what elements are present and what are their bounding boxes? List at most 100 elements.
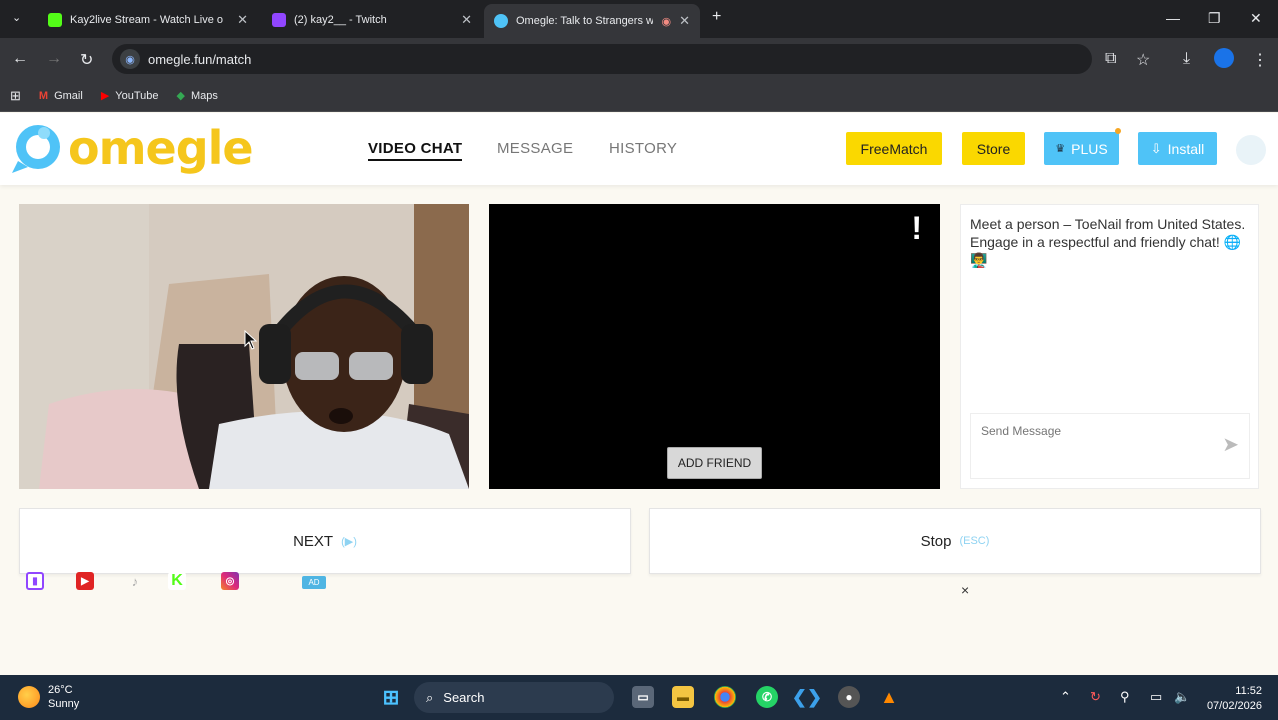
tab-close-icon[interactable]: ✕ (679, 13, 690, 29)
omegle-favicon-icon (494, 14, 508, 28)
mouse-cursor-icon (244, 330, 258, 350)
tab-close-icon[interactable]: ✕ (461, 12, 472, 28)
notification-dot-icon (1115, 128, 1121, 134)
close-ad-icon[interactable]: × (961, 582, 969, 598)
site-header: omegle VIDEO CHAT MESSAGE HISTORY FreeMa… (0, 113, 1278, 185)
network-icon[interactable]: ▭ (1150, 689, 1162, 705)
report-icon[interactable]: ! (911, 210, 922, 247)
browser-toolbar: ← → ↻ ◉ omegle.fun/match ⧉ ☆ ⤓ ⋮ (0, 38, 1278, 80)
gmail-icon: M (38, 89, 49, 102)
store-button[interactable]: Store (962, 132, 1025, 165)
whatsapp-icon[interactable]: ✆ (756, 686, 778, 708)
add-friend-button[interactable]: ADD FRIEND (667, 447, 762, 479)
freematch-button[interactable]: FreeMatch (846, 132, 942, 165)
bookmark-label: Gmail (54, 89, 83, 102)
stranger-video: ! ADD FRIEND (489, 204, 940, 489)
tab-close-icon[interactable]: ✕ (237, 12, 248, 28)
bookmark-label: YouTube (115, 89, 159, 102)
minimize-icon[interactable]: — (1166, 10, 1180, 26)
windows-start-icon[interactable]: ⊞ (380, 686, 402, 709)
plus-button[interactable]: ♛ PLUS (1044, 128, 1121, 165)
system-clock[interactable]: 11:52 07/02/2026 (1202, 684, 1262, 714)
search-icon: ⌕ (426, 689, 434, 705)
url-text: omegle.fun/match (148, 51, 252, 67)
browser-tab-strip: ⌄ Kay2live Stream - Watch Live o ✕ (2) k… (0, 0, 1278, 38)
apps-grid-icon[interactable]: ⊞ (10, 88, 21, 104)
send-icon[interactable]: ➤ (1222, 432, 1239, 457)
bookmark-maps[interactable]: ◆ Maps (176, 89, 218, 103)
site-info-icon[interactable]: ◉ (120, 49, 140, 69)
profile-avatar-icon[interactable] (1214, 48, 1234, 68)
tray-chevron-icon[interactable]: ⌃ (1060, 689, 1071, 705)
tab-omegle[interactable]: Omegle: Talk to Strangers w ◉ ✕ (484, 4, 700, 38)
kick-favicon-icon (48, 13, 62, 27)
kick-icon[interactable]: K (168, 572, 186, 590)
tab-title: Omegle: Talk to Strangers w (516, 15, 654, 27)
next-shortcut-hint: (▶) (341, 535, 357, 548)
download-icon[interactable]: ⤓ (1183, 50, 1190, 68)
omegle-logo[interactable]: omegle (8, 121, 254, 175)
back-icon[interactable]: ← (12, 50, 28, 68)
plus-label: PLUS (1071, 140, 1108, 157)
next-button[interactable]: NEXT (▶) (19, 508, 631, 574)
install-button[interactable]: ⇩ Install (1138, 132, 1217, 165)
clock-time: 11:52 (1235, 685, 1262, 697)
bookmark-star-icon[interactable]: ☆ (1136, 50, 1150, 70)
tab-title: Kay2live Stream - Watch Live o (70, 14, 224, 26)
tray-app-icon[interactable]: ↻ (1090, 689, 1101, 705)
crown-icon: ♛ (1055, 143, 1066, 155)
nav-history[interactable]: HISTORY (609, 140, 677, 157)
clock-date: 07/02/2026 (1206, 700, 1262, 712)
menu-kebab-icon[interactable]: ⋮ (1252, 50, 1268, 70)
file-explorer-icon[interactable]: ▬ (672, 686, 694, 708)
omegle-logo-icon (12, 125, 60, 173)
user-avatar[interactable] (1236, 135, 1266, 165)
twitch-favicon-icon (272, 13, 286, 27)
vscode-icon[interactable]: ❮❯ (792, 686, 822, 708)
bookmark-gmail[interactable]: M Gmail (39, 90, 83, 102)
add-friend-label: ADD FRIEND (677, 456, 752, 470)
tab-kay2live[interactable]: Kay2live Stream - Watch Live o ✕ (38, 6, 258, 34)
tiktok-icon[interactable]: ♪ (126, 572, 144, 590)
tab-search-icon[interactable]: ⌄ (12, 11, 21, 24)
logo-text: omegle (68, 121, 254, 175)
windows-taskbar: 26°C Sunny ⊞ ⌕ Search ▭ ▬ ✆ ❮❯ ● ▲ ⌃ ↻ ⚲… (0, 675, 1278, 720)
vlc-icon[interactable]: ▲ (878, 686, 900, 708)
maps-icon: ◆ (176, 90, 185, 102)
message-input-box: ➤ (970, 413, 1250, 479)
nav-video-chat[interactable]: VIDEO CHAT (368, 140, 463, 161)
bookmark-youtube[interactable]: ▶ YouTube (100, 89, 159, 103)
restore-icon[interactable]: ❐ (1208, 10, 1221, 27)
twitch-icon[interactable]: ▮ (26, 572, 44, 590)
weather-condition: Sunny (48, 698, 80, 710)
microphone-icon[interactable]: ⚲ (1120, 689, 1130, 705)
chrome-icon[interactable] (714, 686, 736, 708)
send-message-input[interactable] (981, 424, 1211, 438)
install-app-icon[interactable]: ⧉ (1105, 50, 1116, 68)
volume-icon[interactable]: 🔈 (1174, 689, 1190, 705)
task-view-icon[interactable]: ▭ (632, 686, 654, 708)
nav-message[interactable]: MESSAGE (497, 140, 573, 157)
forward-icon[interactable]: → (46, 50, 62, 68)
instagram-icon[interactable]: ◎ (221, 572, 239, 590)
youtube-icon[interactable]: ▶ (76, 572, 94, 590)
next-label: NEXT (293, 532, 334, 550)
system-chat-message: Meet a person – ToeNail from United Stat… (970, 216, 1246, 268)
address-bar[interactable]: ◉ omegle.fun/match (112, 44, 1092, 74)
recording-icon: ◉ (661, 15, 672, 28)
install-icon: ⇩ (1150, 140, 1162, 156)
obs-icon[interactable]: ● (838, 686, 860, 708)
reload-icon[interactable]: ↻ (80, 50, 93, 70)
stop-button[interactable]: Stop (ESC) (649, 508, 1261, 574)
tab-twitch[interactable]: (2) kay2__ - Twitch ✕ (262, 6, 482, 34)
search-label: Search (443, 690, 485, 705)
youtube-icon: ▶ (100, 90, 110, 102)
new-tab-icon[interactable]: + (712, 8, 721, 26)
taskbar-search[interactable]: ⌕ Search (414, 682, 614, 713)
bookmarks-bar: ⊞ M Gmail ▶ YouTube ◆ Maps (0, 80, 1278, 112)
stop-shortcut-hint: (ESC) (959, 535, 990, 547)
close-window-icon[interactable]: ✕ (1250, 10, 1262, 27)
tab-title: (2) kay2__ - Twitch (294, 14, 387, 26)
weather-widget[interactable]: 26°C Sunny (18, 683, 79, 711)
install-label: Install (1167, 140, 1205, 157)
